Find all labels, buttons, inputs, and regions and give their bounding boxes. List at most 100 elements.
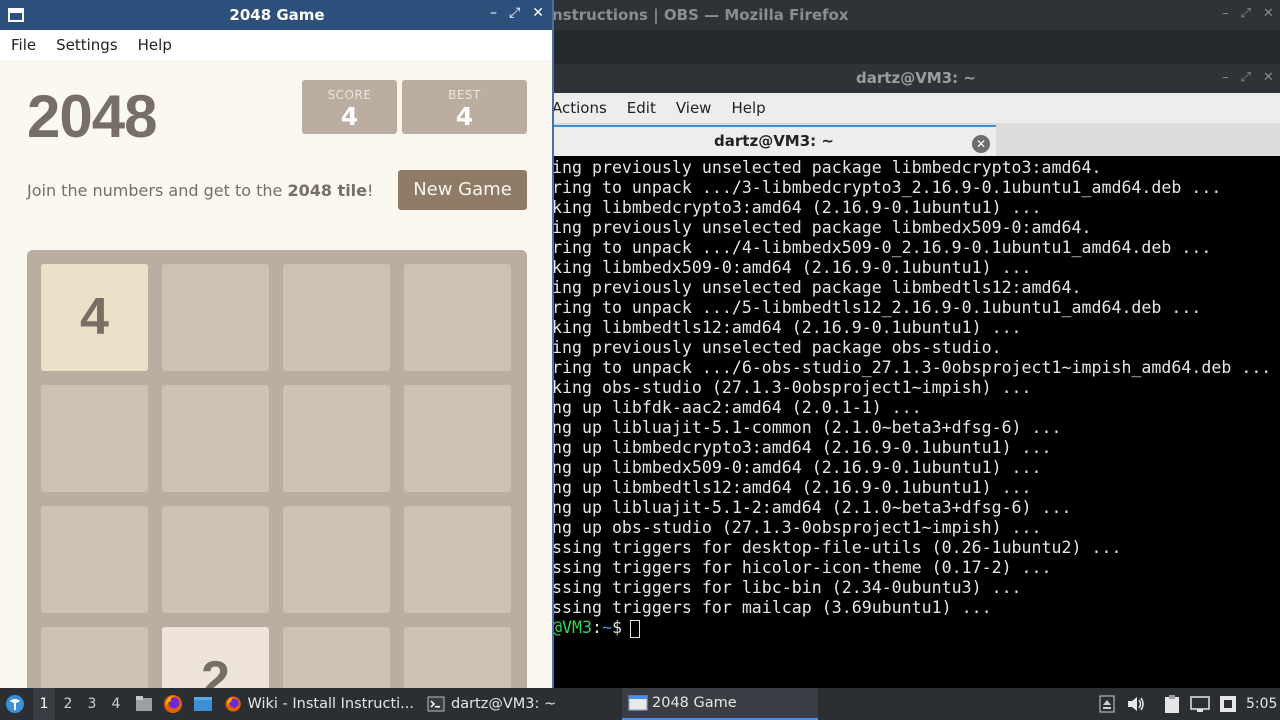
terminal-window-title: dartz@VM3: ~ [856, 69, 976, 87]
menu-view[interactable]: View [676, 99, 712, 117]
maximize-button[interactable]: ⤢ [509, 5, 520, 21]
terminal-line: ng up libluajit-5.1-2:amd64 (2.1.0~beta3… [552, 498, 1072, 517]
terminal-line: ring to unpack .../3-libmbedcrypto3_2.16… [552, 178, 1222, 197]
intro-suffix: ! [367, 181, 374, 200]
game-board[interactable]: 42 [27, 250, 527, 688]
eject-icon [1099, 695, 1115, 713]
workspace-4[interactable]: 4 [105, 688, 127, 720]
board-cell [404, 385, 511, 492]
volume-icon [1128, 697, 1144, 711]
close-button[interactable]: ✕ [532, 5, 544, 21]
prompt-host: @VM3 [552, 618, 592, 637]
task-2048-game[interactable]: 2048 Game [622, 688, 818, 720]
terminal-line: ring to unpack .../6-obs-studio_27.1.3-0… [552, 358, 1272, 377]
minimize-button[interactable]: – [1222, 70, 1229, 85]
board-cell [283, 506, 390, 613]
terminal-prompt[interactable]: @VM3:~$ [552, 618, 1280, 638]
clipboard-button[interactable] [1163, 688, 1183, 720]
prompt-symbol: $ [611, 618, 622, 637]
terminal-output[interactable]: ing previously unselected package libmbe… [552, 157, 1280, 688]
maximize-button[interactable]: ⤢ [1241, 6, 1251, 21]
new-game-button[interactable]: New Game [398, 170, 527, 210]
terminal-line: ng up obs-studio (27.1.3-0obsproject1~im… [552, 518, 1042, 537]
file-manager-launcher[interactable] [134, 688, 154, 720]
terminal-line: king obs-studio (27.1.3-0obsproject1~imp… [552, 378, 1032, 397]
terminal-line: ng up libfdk-aac2:amd64 (2.0.1-1) ... [552, 398, 922, 417]
maximize-button[interactable]: ⤢ [1241, 70, 1251, 85]
menu-settings[interactable]: Settings [56, 36, 118, 54]
menu-actions[interactable]: Actions [552, 99, 607, 117]
terminal-menubar: Actions Edit View Help [552, 93, 1280, 123]
terminal-cursor [629, 619, 640, 638]
game-titlebar[interactable]: 2048 Game – ⤢ ✕ [0, 0, 552, 30]
start-menu-button[interactable] [4, 688, 28, 720]
taskbar: 1 2 3 4 Wiki - Install Instructi... dart… [0, 688, 1280, 720]
firefox-window-controls: – ⤢ ✕ [1222, 6, 1274, 21]
window-icon [628, 695, 648, 711]
terminal-line: ssing triggers for mailcap (3.69ubuntu1)… [552, 598, 992, 617]
task-firefox[interactable]: Wiki - Install Instructi... [222, 688, 414, 720]
score-box: SCORE 4 [302, 80, 397, 134]
power-icon [1220, 696, 1236, 712]
terminal-line: ring to unpack .../5-libmbedtls12_2.16.9… [552, 298, 1202, 317]
close-button[interactable]: ✕ [1263, 70, 1274, 85]
tab-close-icon[interactable]: ✕ [972, 135, 990, 153]
file-manager-icon [136, 696, 152, 711]
minimize-button[interactable]: – [1222, 6, 1229, 21]
firefox-tabstrip [552, 30, 1280, 64]
close-button[interactable]: ✕ [1263, 6, 1274, 21]
best-value: 4 [455, 102, 474, 131]
terminal-window: dartz@VM3: ~ – ⤢ ✕ Actions Edit View Hel… [552, 64, 1280, 688]
task-terminal[interactable]: dartz@VM3: ~ [424, 688, 618, 720]
game-window-title: 2048 Game [229, 6, 325, 24]
terminal-line: ng up libmbedcrypto3:amd64 (2.16.9-0.1ub… [552, 438, 1052, 457]
board-cell [404, 264, 511, 371]
volume-button[interactable] [1126, 688, 1148, 720]
tray-arrow-button[interactable] [1099, 688, 1117, 720]
board-cell [162, 264, 269, 371]
game-body: 2048 SCORE 4 BEST 4 Join the numbers and… [0, 60, 552, 688]
menu-help[interactable]: Help [138, 36, 172, 54]
terminal-line: ssing triggers for libc-bin (2.34-0ubunt… [552, 578, 1022, 597]
best-label: BEST [448, 88, 481, 102]
terminal-line: ing previously unselected package obs-st… [552, 338, 1002, 357]
workspace-1[interactable]: 1 [33, 688, 55, 720]
terminal-line: ssing triggers for desktop-file-utils (0… [552, 538, 1122, 557]
prompt-separator: : [591, 618, 602, 637]
terminal-line: ring to unpack .../4-libmbedx509-0_2.16.… [552, 238, 1212, 257]
task-label: Wiki - Install Instructi... [247, 696, 414, 712]
workspace-3[interactable]: 3 [81, 688, 103, 720]
terminal-titlebar[interactable]: dartz@VM3: ~ – ⤢ ✕ [552, 64, 1280, 93]
task-label: dartz@VM3: ~ [451, 696, 557, 712]
clock: 5:05 [1246, 696, 1278, 712]
menu-file[interactable]: File [11, 36, 36, 54]
prompt-path: ~ [601, 618, 612, 637]
desktop-icon [194, 697, 212, 711]
intro-prefix: Join the numbers and get to the [27, 181, 288, 200]
game-window: 2048 Game – ⤢ ✕ File Settings Help 2048 … [0, 0, 554, 688]
board-cell [404, 506, 511, 613]
terminal-line: ing previously unselected package libmbe… [552, 278, 1082, 297]
task-label: 2048 Game [652, 695, 737, 711]
firefox-window-title: nstructions | OBS — Mozilla Firefox [552, 6, 849, 24]
firefox-launcher[interactable] [162, 688, 186, 720]
terminal-line: king libmbedx509-0:amd64 (2.16.9-0.1ubun… [552, 258, 1032, 277]
power-button[interactable] [1219, 688, 1239, 720]
best-box: BEST 4 [402, 80, 527, 134]
menu-edit[interactable]: Edit [627, 99, 656, 117]
terminal-line: ng up libmbedx509-0:amd64 (2.16.9-0.1ubu… [552, 458, 1042, 477]
intro-text: Join the numbers and get to the 2048 til… [27, 181, 373, 200]
terminal-tab[interactable]: dartz@VM3: ~ [552, 125, 996, 156]
terminal-icon [427, 696, 445, 712]
board-cell [41, 385, 148, 492]
show-desktop-button[interactable] [193, 688, 215, 720]
start-menu-icon [6, 695, 24, 713]
clipboard-icon [1165, 695, 1179, 713]
workspace-2[interactable]: 2 [57, 688, 79, 720]
terminal-tabbar: dartz@VM3: ~ [552, 123, 1280, 156]
menu-help[interactable]: Help [731, 99, 765, 117]
network-button[interactable] [1190, 688, 1212, 720]
minimize-button[interactable]: – [490, 5, 497, 21]
terminal-line: king libmbedtls12:amd64 (2.16.9-0.1ubunt… [552, 318, 1022, 337]
score-value: 4 [340, 102, 359, 131]
